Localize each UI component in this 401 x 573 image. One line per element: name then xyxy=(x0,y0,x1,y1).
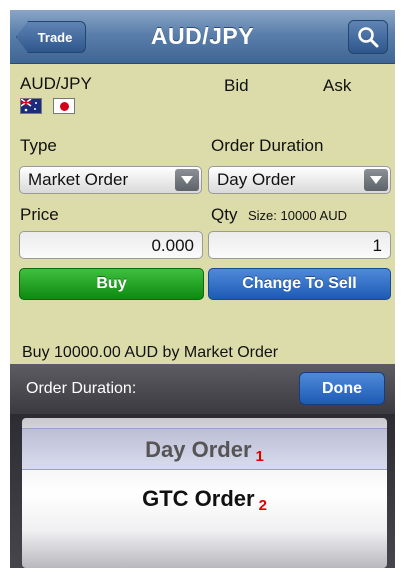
ask-label: Ask xyxy=(323,76,352,95)
search-button[interactable] xyxy=(348,20,388,54)
order-duration-picker[interactable]: Day Order 1 GTC Order 2 xyxy=(22,418,387,568)
order-duration-select[interactable]: Day Order xyxy=(208,166,391,194)
option-marker: 1 xyxy=(255,448,264,465)
chevron-down-icon xyxy=(175,169,199,191)
qty-size-label: Size: 10000 AUD xyxy=(248,208,348,223)
flag-australia-icon xyxy=(20,98,42,114)
qty-input[interactable]: 1 xyxy=(208,231,391,259)
picker-wheel-frame: Day Order 1 GTC Order 2 xyxy=(10,414,395,568)
picker-option-gtc-order[interactable]: GTC Order 2 xyxy=(22,480,387,520)
bid-label: Bid xyxy=(224,76,249,95)
qty-label: Qty xyxy=(211,205,238,224)
type-label: Type xyxy=(20,136,57,155)
picker-option-label: GTC Order xyxy=(142,486,255,511)
order-duration-value: Day Order xyxy=(217,170,296,189)
option-marker: 2 xyxy=(258,497,267,514)
buy-button[interactable]: Buy xyxy=(19,268,204,300)
currency-pair-label: AUD/JPY xyxy=(20,74,92,93)
order-type-select[interactable]: Market Order xyxy=(19,166,202,194)
page-title: AUD/JPY xyxy=(150,23,255,49)
flag-japan-icon xyxy=(53,98,75,114)
picker-title: Order Duration: xyxy=(26,380,137,397)
navigation-bar: Trade AUD/JPY xyxy=(10,10,395,64)
picker-option-day-order[interactable]: Day Order 1 xyxy=(22,428,387,470)
order-duration-label: Order Duration xyxy=(211,136,324,155)
change-to-sell-button[interactable]: Change To Sell xyxy=(208,268,391,300)
picker-toolbar: Order Duration: Done xyxy=(10,364,395,414)
order-panel: AUD/JPY Bid Ask Type Order Duration Mark… xyxy=(10,64,395,364)
picker-option-label: Day Order xyxy=(145,437,252,462)
search-icon xyxy=(358,27,379,48)
done-button[interactable]: Done xyxy=(299,372,385,405)
order-type-value: Market Order xyxy=(28,170,129,189)
price-label: Price xyxy=(20,205,59,224)
chevron-down-icon xyxy=(364,169,388,191)
price-input[interactable]: 0.000 xyxy=(19,231,203,259)
order-summary: Buy 10000.00 AUD by Market Order xyxy=(22,344,279,361)
